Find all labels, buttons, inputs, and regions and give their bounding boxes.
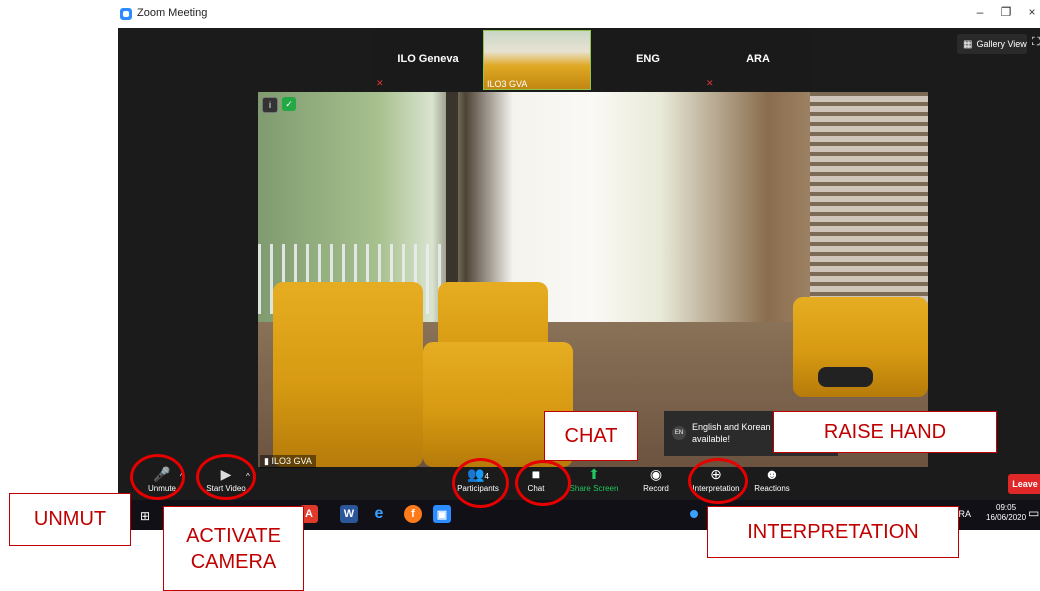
annotation-ring-unmute bbox=[130, 454, 185, 500]
record-button[interactable]: ◉ Record bbox=[628, 466, 684, 493]
close-button[interactable]: × bbox=[1022, 5, 1040, 19]
participant-tile-ilo-geneva[interactable]: ILO Geneva bbox=[373, 28, 483, 90]
firefox-icon[interactable]: f bbox=[404, 505, 422, 523]
gallery-view-button[interactable]: ▦ Gallery View bbox=[957, 34, 1027, 54]
tray-icon[interactable] bbox=[690, 510, 698, 518]
share-screen-icon: ⬆ bbox=[588, 466, 600, 482]
annotation-label-activate-camera: ACTIVATE CAMERA bbox=[163, 506, 304, 591]
annotation-line: CAMERA bbox=[190, 550, 277, 573]
microphone-base bbox=[818, 367, 873, 387]
share-screen-button[interactable]: ⬆ Share Screen bbox=[566, 466, 622, 493]
video-info-icons: i ✓ bbox=[262, 97, 296, 113]
annotation-label-interpretation: INTERPRETATION bbox=[707, 506, 959, 558]
fullscreen-icon[interactable]: ⛶ bbox=[1032, 36, 1040, 49]
annotation-ring-interpretation bbox=[688, 458, 748, 504]
language-badge-icon: EN bbox=[672, 426, 686, 440]
participant-name: ILO3 GVA bbox=[487, 79, 528, 89]
annotation-ring-start-video bbox=[196, 454, 256, 500]
reactions-button[interactable]: ☻ Reactions bbox=[744, 466, 800, 493]
grid-icon: ▦ bbox=[963, 38, 973, 50]
mic-muted-icon: ✕ bbox=[706, 78, 714, 88]
video-participant-label: ▮ ILO3 GVA bbox=[260, 455, 316, 468]
minimize-button[interactable]: – bbox=[970, 5, 990, 19]
participant-name: ILO Geneva bbox=[397, 53, 459, 65]
participant-tile-ara[interactable]: ARA bbox=[703, 28, 813, 90]
annotation-label-chat: CHAT bbox=[544, 411, 638, 461]
signal-icon: ▮ bbox=[264, 456, 269, 466]
chair bbox=[273, 282, 423, 467]
window-title: Zoom Meeting bbox=[137, 7, 208, 19]
record-label: Record bbox=[643, 484, 669, 493]
reactions-label: Reactions bbox=[754, 484, 790, 493]
clock-time: 09:05 bbox=[996, 503, 1017, 512]
annotation-label-raise-hand: RAISE HAND bbox=[773, 411, 997, 453]
participant-tile-eng[interactable]: ENG bbox=[593, 28, 703, 90]
zoom-taskbar-icon[interactable]: ▣ bbox=[433, 505, 451, 523]
mic-muted-icon: ✕ bbox=[376, 78, 384, 88]
title-bar bbox=[118, 0, 1040, 28]
smiley-icon: ☻ bbox=[764, 466, 780, 482]
clock[interactable]: 09:05 16/06/2020 bbox=[986, 503, 1026, 523]
zoom-logo-icon bbox=[120, 8, 132, 20]
clock-date: 16/06/2020 bbox=[986, 513, 1027, 522]
edge-icon[interactable]: e bbox=[370, 505, 388, 523]
annotation-label-unmute: UNMUT bbox=[9, 493, 131, 546]
annotation-line: ACTIVATE bbox=[186, 524, 281, 547]
share-screen-label: Share Screen bbox=[569, 484, 619, 493]
annotation-ring-chat bbox=[515, 460, 571, 506]
restore-button[interactable]: ❐ bbox=[996, 5, 1016, 19]
notifications-icon[interactable]: ▭ bbox=[1028, 506, 1039, 520]
gallery-view-label: Gallery View bbox=[976, 39, 1027, 49]
window-blinds bbox=[810, 92, 928, 302]
word-icon[interactable]: W bbox=[340, 505, 358, 523]
info-icon[interactable]: i bbox=[262, 97, 278, 113]
shield-icon[interactable]: ✓ bbox=[282, 97, 296, 111]
annotation-ring-participants bbox=[452, 458, 509, 508]
windows-start-icon[interactable]: ⊞ bbox=[140, 509, 150, 523]
record-icon: ◉ bbox=[649, 466, 663, 482]
participant-name: ARA bbox=[746, 53, 770, 65]
leave-button[interactable]: Leave bbox=[1008, 474, 1040, 494]
participant-name: ENG bbox=[636, 53, 660, 65]
